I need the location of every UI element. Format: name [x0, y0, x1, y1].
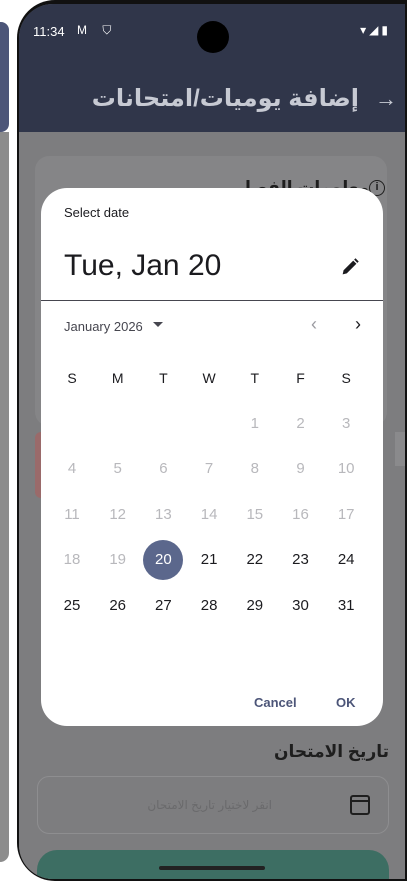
adjacent-window-edge	[0, 0, 10, 881]
header-divider	[41, 300, 383, 301]
exam-date-label: تاريخ الامتحان	[273, 742, 389, 761]
weekday-label: S	[341, 370, 351, 386]
calendar-day[interactable]: 24	[326, 540, 366, 580]
selected-date-headline: Tue, Jan 20	[64, 249, 222, 282]
date-picker-dialog: Select date Tue, Jan 20 January 2026 ‹ ›…	[41, 188, 383, 726]
calendar-day: 6	[159, 460, 168, 477]
calendar-day: 8	[250, 460, 259, 477]
calendar-day: 13	[155, 505, 172, 523]
notification-icons: M ⛉	[77, 23, 118, 37]
calendar-day[interactable]: 28	[189, 586, 229, 626]
calendar-day: 18	[63, 551, 81, 568]
weekday-label: S	[67, 370, 77, 386]
cancel-button[interactable]: Cancel	[254, 695, 297, 710]
calendar-day: 15	[246, 505, 264, 523]
chevron-left-icon[interactable]: ‹	[303, 314, 325, 336]
calendar-day[interactable]: 25	[52, 586, 92, 626]
adjacent-window-body	[0, 132, 9, 862]
caret-down-icon[interactable]	[153, 322, 163, 327]
calendar-day[interactable]: 27	[143, 586, 183, 626]
exam-date-field[interactable]: انقر لاختيار تاريخ الامتحان	[37, 776, 389, 834]
calendar-day[interactable]: 26	[98, 586, 138, 626]
calendar-day[interactable]: 30	[281, 586, 321, 626]
app-bar: 11:34 M ⛉ ▾◢▮ إضافة يوميات/امتحانات →	[19, 4, 405, 132]
system-status-icons: ▾◢▮	[360, 23, 391, 37]
status-time: 11:34	[33, 24, 65, 39]
calendar-day: 10	[337, 460, 355, 477]
weekday-label: T	[159, 370, 168, 386]
calendar-day: 9	[296, 460, 305, 477]
calendar-day: 2	[296, 414, 305, 432]
calendar-day[interactable]: 21	[189, 540, 229, 580]
calendar-day: 1	[250, 414, 259, 432]
calendar-icon	[350, 795, 370, 815]
pencil-icon[interactable]	[339, 256, 361, 278]
weekday-label: T	[250, 370, 260, 386]
adjacent-window-bar	[0, 22, 9, 132]
weekday-label: M	[111, 370, 124, 386]
month-year-selector[interactable]: January 2026	[64, 319, 143, 334]
calendar-day[interactable]: 23	[281, 540, 321, 580]
form-field-fragment	[395, 432, 405, 466]
calendar-day: 14	[200, 505, 218, 523]
submit-button[interactable]	[37, 850, 389, 879]
calendar-day: 11	[64, 505, 80, 523]
calendar-day: 4	[67, 460, 77, 477]
calendar-day: 3	[342, 414, 351, 432]
ok-button[interactable]: OK	[336, 695, 356, 710]
exam-date-placeholder: انقر لاختيار تاريخ الامتحان	[147, 798, 272, 812]
calendar-day[interactable]: 22	[235, 540, 275, 580]
chevron-right-icon[interactable]: ›	[347, 314, 369, 336]
home-indicator[interactable]	[159, 866, 265, 870]
calendar-day: 7	[204, 460, 214, 477]
weekday-label: W	[202, 370, 216, 386]
dialog-header: Select date	[64, 205, 130, 220]
calendar-day: 17	[337, 505, 355, 523]
calendar-day: 5	[113, 460, 122, 477]
camera-cutout	[197, 21, 229, 53]
calendar-day: 12	[109, 505, 127, 523]
calendar-day: 16	[292, 505, 309, 523]
calendar-day[interactable]: 31	[326, 586, 366, 626]
page-title: إضافة يوميات/امتحانات	[91, 85, 359, 112]
selected-day[interactable]: 20	[143, 540, 184, 580]
weekday-label: F	[296, 370, 305, 386]
screen-root: 11:34 M ⛉ ▾◢▮ إضافة يوميات/امتحانات → i …	[0, 0, 407, 881]
calendar-day[interactable]: 29	[235, 586, 275, 626]
calendar-day: 19	[109, 551, 127, 568]
dialog-actions: Cancel OK	[41, 688, 383, 716]
arrow-right-icon[interactable]: →	[375, 86, 397, 112]
